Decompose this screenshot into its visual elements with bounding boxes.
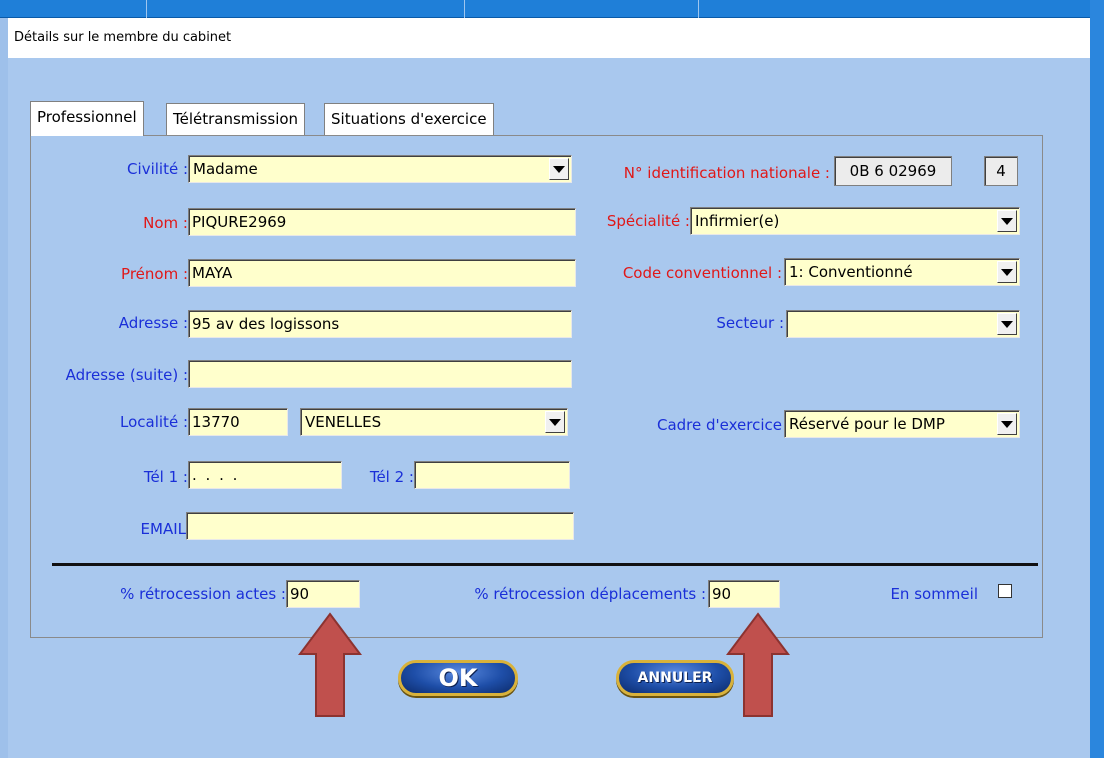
background-column: [464, 0, 698, 18]
tel2-input[interactable]: [414, 461, 570, 489]
background-window-edge: [1090, 0, 1104, 758]
prenom-label: Prénom :: [121, 265, 188, 283]
en-sommeil-label: En sommeil: [890, 585, 978, 603]
civilite-select[interactable]: Madame: [188, 155, 572, 183]
specialite-label: Spécialité :: [606, 212, 690, 230]
background-window-edge: [0, 18, 8, 758]
secteur-label: Secteur :: [716, 314, 784, 332]
chevron-down-icon[interactable]: [997, 413, 1017, 435]
code-conventionnel-value: 1: Conventionné: [789, 263, 913, 281]
cadre-exercice-label: Cadre d'exercice: [656, 416, 782, 434]
secteur-select[interactable]: [786, 310, 1020, 338]
adresse-suite-label: Adresse (suite) :: [65, 366, 188, 384]
nom-input[interactable]: PIQURE2969: [188, 208, 576, 236]
background-column: [146, 0, 464, 18]
retro-actes-label: % rétrocession actes :: [120, 585, 286, 603]
civilite-value: Madame: [193, 160, 258, 178]
specialite-select[interactable]: Infirmier(e): [690, 207, 1020, 235]
chevron-down-icon[interactable]: [545, 411, 565, 433]
background-column: [698, 0, 1090, 18]
background-window-header: [0, 0, 1104, 18]
cadre-exercice-value: Réservé pour le DMP: [789, 415, 945, 433]
section-divider: [52, 563, 1038, 566]
adresse-suite-input[interactable]: [188, 360, 572, 388]
id-nationale-label: N° identification nationale :: [623, 164, 830, 182]
code-postal-input[interactable]: 13770: [188, 408, 288, 436]
tab-situations-exercice[interactable]: Situations d'exercice: [324, 103, 494, 135]
adresse-input[interactable]: 95 av des logissons: [188, 310, 572, 338]
annotation-arrow-up: [298, 612, 362, 717]
email-input[interactable]: [186, 512, 574, 540]
civilite-label: Civilité :: [127, 160, 188, 178]
chevron-down-icon[interactable]: [549, 158, 569, 180]
retro-deplacements-input[interactable]: 90: [708, 580, 780, 608]
tel1-label: Tél 1 :: [143, 468, 188, 486]
retro-deplacements-label: % rétrocession déplacements :: [474, 585, 706, 603]
tel2-label: Tél 2 :: [369, 468, 414, 486]
specialite-value: Infirmier(e): [695, 212, 780, 230]
ok-button[interactable]: OK: [398, 660, 518, 696]
nom-label: Nom :: [143, 214, 188, 232]
cadre-exercice-select[interactable]: Réservé pour le DMP: [784, 410, 1020, 438]
adresse-label: Adresse :: [118, 314, 188, 332]
ville-select[interactable]: VENELLES: [300, 408, 568, 436]
chevron-down-icon[interactable]: [997, 210, 1017, 232]
chevron-down-icon[interactable]: [997, 313, 1017, 335]
dialog-title: Détails sur le membre du cabinet: [14, 30, 232, 45]
annuler-button[interactable]: ANNULER: [616, 660, 734, 696]
ville-value: VENELLES: [305, 413, 382, 431]
prenom-input[interactable]: MAYA: [188, 259, 576, 287]
tab-teletransmission[interactable]: Télétransmission: [166, 103, 306, 135]
annotation-arrow-up: [726, 612, 790, 717]
en-sommeil-checkbox[interactable]: [998, 584, 1012, 598]
code-conventionnel-select[interactable]: 1: Conventionné: [784, 258, 1020, 286]
id-nationale-value: 0B 6 02969: [834, 156, 952, 186]
code-conventionnel-label: Code conventionnel :: [622, 264, 782, 282]
tab-professionnel[interactable]: Professionnel: [30, 101, 144, 136]
retro-actes-input[interactable]: 90: [286, 580, 360, 608]
localite-label: Localité :: [120, 413, 188, 431]
email-label: EMAIL: [140, 520, 186, 538]
tel1-input[interactable]: . . . .: [188, 461, 342, 489]
chevron-down-icon[interactable]: [997, 261, 1017, 283]
id-nationale-key: 4: [984, 156, 1018, 186]
